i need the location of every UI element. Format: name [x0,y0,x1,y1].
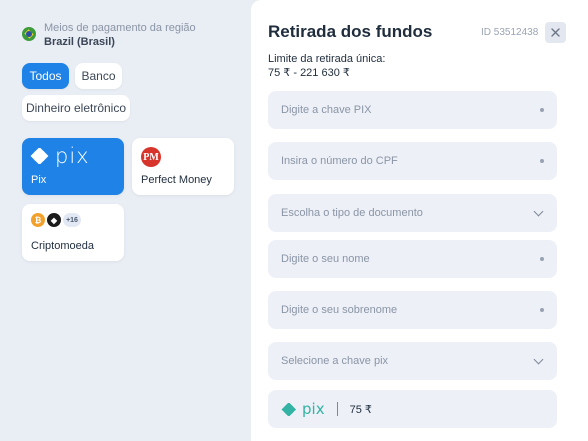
amount-input[interactable]: pix 75 ₹ [268,390,557,428]
filter-dinheiro-eletronico[interactable]: Dinheiro eletrônico [22,95,130,121]
perfect-money-icon: PM [141,147,161,167]
withdrawal-panel: Retirada dos fundos ID 53512438 Limite d… [251,0,588,441]
method-label-crypto: Criptomoeda [31,240,94,252]
pix-logo-small-text: pix [302,400,325,418]
required-dot-icon [540,257,544,261]
limit-label: Limite da retirada única: [268,53,386,65]
more-coins-badge: +16 [63,213,81,227]
cpf-input[interactable]: Insira o número do CPF [268,142,557,180]
limit-value: 75 ₹ - 221 630 ₹ [268,67,350,79]
last-name-input[interactable]: Digite o seu sobrenome [268,291,557,329]
page-title: Retirada dos fundos [268,22,433,41]
method-label-pix: Pix [31,174,47,186]
required-dot-icon [540,108,544,112]
region-selector[interactable]: Meios de pagamento da região Brazil (Bra… [22,22,196,49]
chevron-down-icon [533,354,544,364]
user-id: ID 53512438 [481,27,539,38]
required-dot-icon [540,308,544,312]
first-name-placeholder: Digite o seu nome [281,253,370,265]
method-label-perfect-money: Perfect Money [141,174,212,186]
pix-key-placeholder: Digite a chave PIX [281,104,372,116]
close-icon [551,28,560,37]
first-name-input[interactable]: Digite o seu nome [268,240,557,278]
pix-key-type-placeholder: Selecione a chave pix [281,355,389,367]
amount-row: pix 75 ₹ [281,400,372,418]
pix-logo-text: pix [55,144,90,168]
divider [336,402,338,416]
required-dot-icon [540,159,544,163]
method-card-pix[interactable]: pix Pix [22,138,124,195]
ethereum-icon: ◆ [47,213,61,227]
method-card-perfect-money[interactable]: PM Perfect Money [132,138,234,195]
pix-logo-small: pix [281,400,325,418]
payment-methods-panel: Meios de pagamento da região Brazil (Bra… [0,0,251,441]
bitcoin-icon: ₿ [31,213,45,227]
pix-diamond-icon [30,148,49,164]
filter-todos[interactable]: Todos [22,63,69,89]
last-name-placeholder: Digite o seu sobrenome [281,304,398,316]
amount-value: 75 ₹ [349,403,372,416]
filter-banco[interactable]: Banco [75,63,122,89]
pix-key-input[interactable]: Digite a chave PIX [268,91,557,129]
region-country: Brazil (Brasil) [44,36,115,48]
chevron-down-icon [533,206,544,216]
document-type-placeholder: Escolha o tipo de documento [281,207,423,219]
brazil-flag-icon [22,27,36,41]
region-text: Meios de pagamento da região Brazil (Bra… [44,22,196,49]
close-button[interactable] [545,22,566,43]
pix-diamond-icon [281,402,297,416]
pix-logo: pix [30,144,90,168]
pix-key-type-select[interactable]: Selecione a chave pix [268,342,557,380]
cpf-placeholder: Insira o número do CPF [281,155,398,167]
method-card-crypto[interactable]: ₿ ◆ +16 Criptomoeda [22,204,124,261]
document-type-select[interactable]: Escolha o tipo de documento [268,194,557,232]
crypto-icons: ₿ ◆ +16 [31,213,81,227]
region-caption: Meios de pagamento da região [44,22,196,34]
